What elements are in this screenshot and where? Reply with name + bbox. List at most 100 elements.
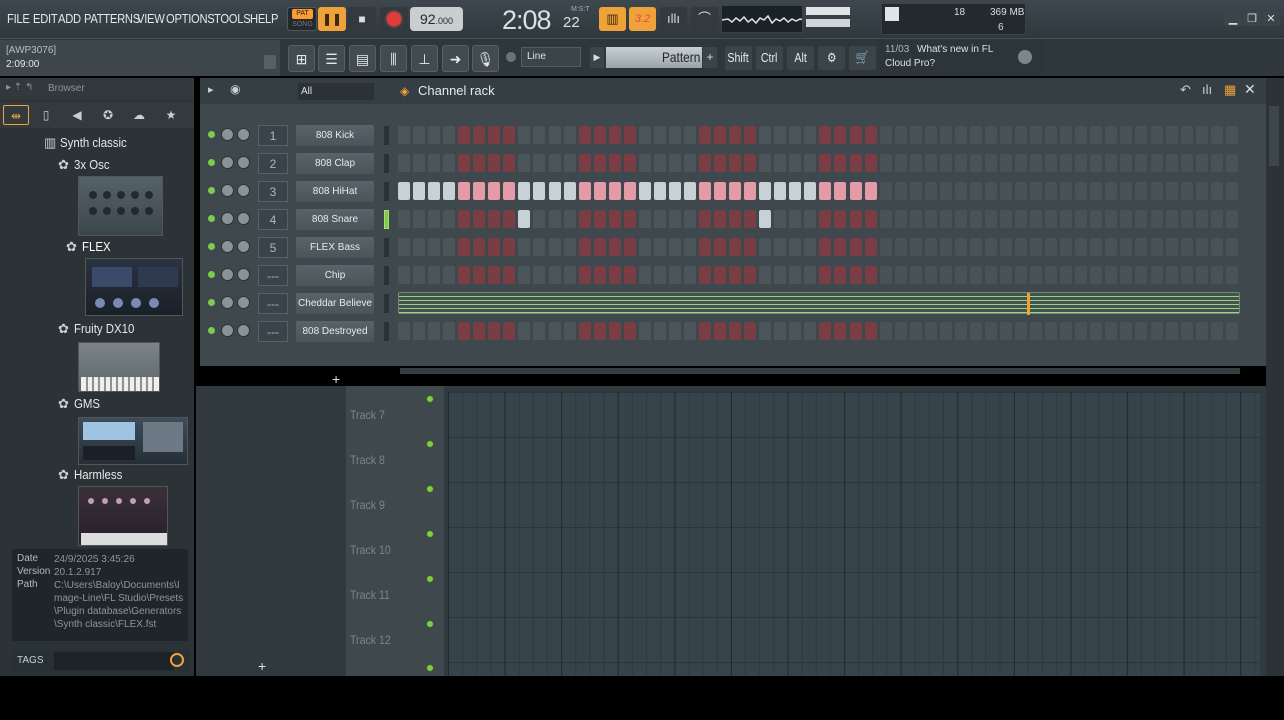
step-button[interactable] bbox=[714, 126, 727, 144]
loop-record-button[interactable]: ⌒ bbox=[691, 7, 718, 31]
step-button[interactable] bbox=[443, 266, 456, 284]
channel-mute-led[interactable] bbox=[208, 215, 215, 222]
plugin-thumbnail[interactable] bbox=[78, 417, 188, 465]
step-button[interactable] bbox=[909, 182, 922, 200]
step-button[interactable] bbox=[789, 210, 802, 228]
step-button[interactable] bbox=[428, 322, 441, 340]
step-button[interactable] bbox=[1150, 154, 1163, 172]
step-button[interactable] bbox=[638, 126, 651, 144]
step-button[interactable] bbox=[1105, 266, 1118, 284]
track-mute-led[interactable] bbox=[426, 440, 434, 448]
step-button[interactable] bbox=[1030, 238, 1043, 256]
track-label[interactable]: Track 9 bbox=[350, 498, 385, 512]
step-button[interactable] bbox=[939, 266, 952, 284]
plugin-item-3x-osc[interactable]: ✿ 3x Osc bbox=[58, 157, 114, 173]
step-button[interactable] bbox=[879, 126, 892, 144]
step-button[interactable] bbox=[1000, 154, 1012, 172]
step-button[interactable] bbox=[804, 266, 817, 284]
step-button[interactable] bbox=[1045, 266, 1058, 284]
step-button[interactable] bbox=[1195, 182, 1208, 200]
shift-key[interactable]: Shift bbox=[725, 46, 752, 70]
step-button[interactable] bbox=[608, 322, 621, 340]
plugin-thumbnail[interactable] bbox=[85, 258, 183, 316]
step-button[interactable] bbox=[1180, 322, 1193, 340]
step-button[interactable] bbox=[1060, 266, 1073, 284]
step-button[interactable] bbox=[774, 322, 787, 340]
step-button[interactable] bbox=[1195, 126, 1208, 144]
step-button[interactable] bbox=[1015, 210, 1028, 228]
step-button[interactable] bbox=[1180, 126, 1193, 144]
piano-roll-preview[interactable] bbox=[398, 292, 1240, 315]
step-button[interactable] bbox=[774, 266, 787, 284]
step-button[interactable] bbox=[1105, 238, 1118, 256]
step-button[interactable] bbox=[398, 210, 410, 228]
step-button[interactable] bbox=[413, 210, 426, 228]
tempo-display[interactable]: 92.000 bbox=[410, 7, 463, 31]
step-button[interactable] bbox=[1120, 154, 1133, 172]
step-button[interactable] bbox=[1210, 182, 1223, 200]
step-button[interactable] bbox=[1045, 126, 1058, 144]
step-button[interactable] bbox=[759, 182, 772, 200]
step-button[interactable] bbox=[1180, 154, 1193, 172]
step-button[interactable] bbox=[1060, 210, 1073, 228]
menu-file[interactable]: FILE bbox=[7, 11, 30, 26]
step-button[interactable] bbox=[939, 182, 952, 200]
step-button[interactable] bbox=[969, 238, 982, 256]
step-button[interactable] bbox=[759, 154, 772, 172]
step-button[interactable] bbox=[443, 238, 456, 256]
track-label[interactable]: Track 8 bbox=[350, 453, 385, 467]
step-button[interactable] bbox=[443, 182, 456, 200]
step-button[interactable] bbox=[398, 322, 410, 340]
step-button[interactable] bbox=[623, 238, 636, 256]
step-button[interactable] bbox=[518, 210, 531, 228]
step-button[interactable] bbox=[668, 126, 681, 144]
step-button[interactable] bbox=[894, 210, 907, 228]
step-button[interactable] bbox=[774, 210, 787, 228]
channel-pan-knob[interactable] bbox=[221, 184, 234, 197]
tab-favorites[interactable]: ★ bbox=[158, 105, 184, 125]
step-button[interactable] bbox=[413, 238, 426, 256]
step-button[interactable] bbox=[1090, 126, 1103, 144]
step-button[interactable] bbox=[443, 322, 456, 340]
step-button[interactable] bbox=[1180, 238, 1193, 256]
step-button[interactable] bbox=[653, 182, 666, 200]
step-button[interactable] bbox=[984, 322, 997, 340]
step-button[interactable] bbox=[608, 154, 621, 172]
step-button[interactable] bbox=[864, 238, 877, 256]
track-mute-led[interactable] bbox=[426, 395, 434, 403]
step-button[interactable] bbox=[518, 238, 531, 256]
step-button[interactable] bbox=[924, 126, 937, 144]
step-button[interactable] bbox=[969, 154, 982, 172]
step-button[interactable] bbox=[699, 210, 711, 228]
step-button[interactable] bbox=[1225, 210, 1238, 228]
step-button[interactable] bbox=[1030, 126, 1043, 144]
ctrl-key[interactable]: Ctrl bbox=[756, 46, 783, 70]
step-button[interactable] bbox=[1045, 210, 1058, 228]
step-button[interactable] bbox=[518, 182, 531, 200]
tags-input[interactable] bbox=[54, 652, 174, 670]
step-button[interactable] bbox=[909, 322, 922, 340]
step-button[interactable] bbox=[1225, 182, 1238, 200]
step-button[interactable] bbox=[1105, 322, 1118, 340]
channel-volume-knob[interactable] bbox=[237, 240, 250, 253]
step-button[interactable] bbox=[623, 210, 636, 228]
step-button[interactable] bbox=[819, 126, 832, 144]
tab-plugins[interactable]: ✪ bbox=[95, 105, 121, 125]
scroll-thumb[interactable] bbox=[1269, 106, 1279, 166]
step-button[interactable] bbox=[819, 238, 832, 256]
step-button[interactable] bbox=[1060, 238, 1073, 256]
step-button[interactable] bbox=[1030, 182, 1043, 200]
step-button[interactable] bbox=[593, 154, 606, 172]
step-button[interactable] bbox=[939, 126, 952, 144]
step-button[interactable] bbox=[443, 126, 456, 144]
step-button[interactable] bbox=[909, 126, 922, 144]
step-button[interactable] bbox=[939, 210, 952, 228]
step-button[interactable] bbox=[1015, 238, 1028, 256]
step-button[interactable] bbox=[638, 210, 651, 228]
step-button[interactable] bbox=[744, 210, 757, 228]
step-button[interactable] bbox=[969, 210, 982, 228]
step-button[interactable] bbox=[894, 238, 907, 256]
step-button[interactable] bbox=[443, 210, 456, 228]
step-button[interactable] bbox=[969, 266, 982, 284]
step-button[interactable] bbox=[834, 322, 847, 340]
